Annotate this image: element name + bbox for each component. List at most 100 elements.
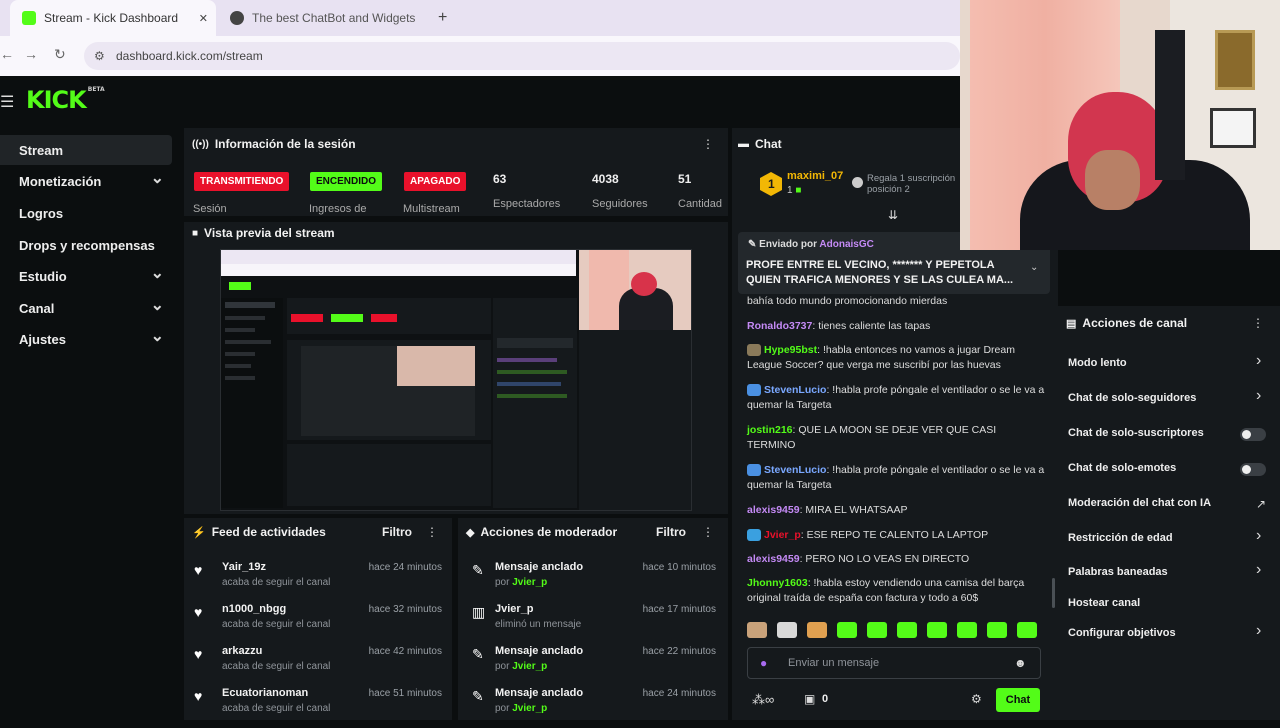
emote-icon[interactable] [927, 622, 947, 638]
list-item[interactable]: ✎ Mensaje anclado por Jvier_p hace 24 minut… [470, 686, 716, 728]
close-tab-icon[interactable]: ✕ [199, 12, 208, 25]
chat-username[interactable]: Jvier_p [764, 529, 801, 541]
send-chat-button[interactable]: Chat [996, 688, 1040, 712]
chat-scrollbar[interactable] [1052, 578, 1055, 608]
pin-icon: ✎ [748, 239, 760, 250]
toggle-switch[interactable] [1240, 428, 1266, 441]
chevron-right-icon[interactable]: › [1256, 352, 1261, 370]
chat-username[interactable]: jostin216 [747, 424, 793, 436]
preview-chat [493, 298, 577, 508]
pin-icon: ✎ [472, 562, 484, 578]
chat-username[interactable]: Hype95bst [764, 344, 817, 356]
settings-gear-icon[interactable]: ⚙ [971, 692, 982, 706]
tab-chatbot-widgets[interactable]: The best ChatBot and Widgets [228, 0, 430, 36]
list-item[interactable]: ▥ Jvier_p eliminó un mensaje hace 17 minuto… [470, 602, 716, 644]
mod-filter-button[interactable]: Filtro [656, 525, 686, 539]
kick-logo[interactable]: KICK BETA [26, 86, 105, 114]
emoji-icon[interactable]: ☻ [1014, 656, 1027, 670]
reload-icon[interactable]: ↻ [54, 46, 66, 63]
emote-icon[interactable] [867, 622, 887, 638]
chat-username[interactable]: StevenLucio [764, 384, 826, 396]
sidebar-item-stream[interactable]: Stream [0, 135, 172, 165]
status-badge-transmitiendo: TRANSMITIENDO [194, 172, 290, 191]
emote-icon[interactable] [897, 622, 917, 638]
chat-message: Hype95bst: !habla entonces no vamos a ju… [747, 343, 1047, 373]
list-item[interactable]: ✎ Mensaje anclado por Jvier_p hace 10 minut… [470, 560, 716, 602]
chat-input[interactable]: ● Enviar un mensaje ☻ [747, 647, 1041, 679]
mod-actions-header: ◆ Acciones de moderador [466, 525, 617, 539]
list-item[interactable]: ✎ Mensaje anclado por Jvier_p hace 22 minut… [470, 644, 716, 686]
emote-icon[interactable] [777, 622, 797, 638]
channel-action-chat-de-solo-emotes[interactable]: Chat de solo-emotes [1068, 462, 1176, 474]
gifter-name[interactable]: maximi_07 [787, 170, 843, 182]
chat-message: StevenLucio: !habla profe póngale el ven… [747, 383, 1047, 413]
heart-icon: ♥ [194, 604, 203, 620]
channel-action-chat-de-solo-seguidores[interactable]: Chat de solo-seguidores [1068, 392, 1196, 404]
activity-filter-button[interactable]: Filtro [382, 525, 412, 539]
channel-action-modo-lento[interactable]: Modo lento [1068, 357, 1127, 369]
back-icon[interactable]: ← [0, 46, 14, 62]
chevron-down-icon[interactable]: ⌄ [151, 295, 164, 315]
chat-username[interactable]: Ronaldo3737 [747, 320, 812, 332]
chevron-right-icon[interactable]: › [1256, 561, 1261, 579]
emote-icon[interactable] [747, 622, 767, 638]
list-item[interactable]: ♥ Yair_19z acaba de seguir el canal hace 24… [194, 560, 444, 602]
list-item[interactable]: ♥ n1000_nbgg acaba de seguir el canal hace … [194, 602, 444, 644]
stream-preview-video[interactable] [220, 249, 692, 511]
list-item[interactable]: ♥ arkazzu acaba de seguir el canal hace 42 … [194, 644, 444, 686]
sidebar-item-estudio[interactable]: Estudio ⌄ [0, 261, 172, 291]
site-info-icon[interactable]: ⚙ [94, 49, 105, 63]
sidebar-item-logros[interactable]: Logros [0, 198, 172, 228]
emote-icon[interactable] [1017, 622, 1037, 638]
channel-action-configurar-objetivos[interactable]: Configurar objetivos [1068, 627, 1176, 639]
more-options-icon[interactable]: ⋮ [426, 525, 438, 539]
chevron-down-icon[interactable]: ⌄ [151, 326, 164, 346]
points-icon[interactable]: ▣ [804, 692, 815, 706]
sidebar-item-drops[interactable]: Drops y recompensas [0, 230, 172, 260]
more-options-icon[interactable]: ⋮ [702, 525, 714, 539]
chevron-right-icon[interactable]: › [1256, 622, 1261, 640]
chevron-down-icon[interactable]: ⌄ [151, 263, 164, 283]
chat-users-icon[interactable]: ⁂∞ [752, 692, 774, 708]
chevron-right-icon[interactable]: › [1256, 387, 1261, 405]
chevron-down-icon[interactable]: ⌄ [151, 168, 164, 188]
more-options-icon[interactable]: ⋮ [702, 137, 714, 151]
tab-kick-dashboard[interactable]: Stream - Kick Dashboard ✕ [10, 0, 216, 36]
chevron-right-icon[interactable]: › [1256, 527, 1261, 545]
emote-icon[interactable] [987, 622, 1007, 638]
gifter-note-line1: Regala 1 suscripción [867, 173, 956, 184]
emote-icon[interactable] [807, 622, 827, 638]
chat-username[interactable]: Jhonny1603 [747, 577, 808, 589]
channel-action-chat-de-solo-suscriptores[interactable]: Chat de solo-suscriptores [1068, 427, 1204, 439]
menu-icon[interactable]: ☰ [0, 92, 14, 112]
preview-kick-logo [229, 282, 251, 290]
channel-action-moderaci-n-del-chat-con-ia[interactable]: Moderación del chat con IA [1068, 497, 1211, 509]
channel-action-hostear-canal[interactable]: Hostear canal [1068, 597, 1140, 609]
channel-action-restricci-n-de-edad[interactable]: Restricción de edad [1068, 532, 1173, 544]
url-input[interactable]: ⚙ dashboard.kick.com/stream [84, 42, 960, 70]
sidebar-item-canal[interactable]: Canal ⌄ [0, 293, 172, 323]
chat-username[interactable]: alexis9459 [747, 553, 800, 565]
external-link-icon[interactable]: ↗ [1256, 497, 1266, 511]
emote-icon[interactable] [957, 622, 977, 638]
microphone-icon[interactable]: ● [760, 656, 767, 670]
preview-recursive-preview [287, 340, 491, 440]
gifter-note: Regala 1 suscripción posición 2 [867, 173, 960, 195]
chat-username[interactable]: StevenLucio [764, 464, 826, 476]
user-badge-icon [747, 384, 761, 397]
sidebar-item-monetización[interactable]: Monetización ⌄ [0, 166, 172, 196]
chat-username[interactable]: alexis9459 [747, 504, 800, 516]
sidebar-item-ajustes[interactable]: Ajustes ⌄ [0, 324, 172, 354]
scroll-down-icon[interactable]: ⇊ [888, 208, 898, 222]
toggle-switch[interactable] [1240, 463, 1266, 476]
channel-action-palabras-baneadas[interactable]: Palabras baneadas [1068, 566, 1168, 578]
new-tab-icon[interactable]: + [438, 9, 447, 27]
emote-icon[interactable] [837, 622, 857, 638]
sidebar-item-label: Monetización [19, 173, 102, 189]
list-item[interactable]: ♥ Ecuatorianoman acaba de seguir el canal h… [194, 686, 444, 728]
chevron-down-icon[interactable]: ⌄ [1030, 262, 1038, 273]
user-badge-icon [747, 464, 761, 477]
forward-icon[interactable]: → [24, 46, 38, 62]
more-options-icon[interactable]: ⋮ [1252, 316, 1264, 330]
chat-message: jostin216: QUE LA MOON SE DEJE VER QUE C… [747, 423, 1047, 453]
